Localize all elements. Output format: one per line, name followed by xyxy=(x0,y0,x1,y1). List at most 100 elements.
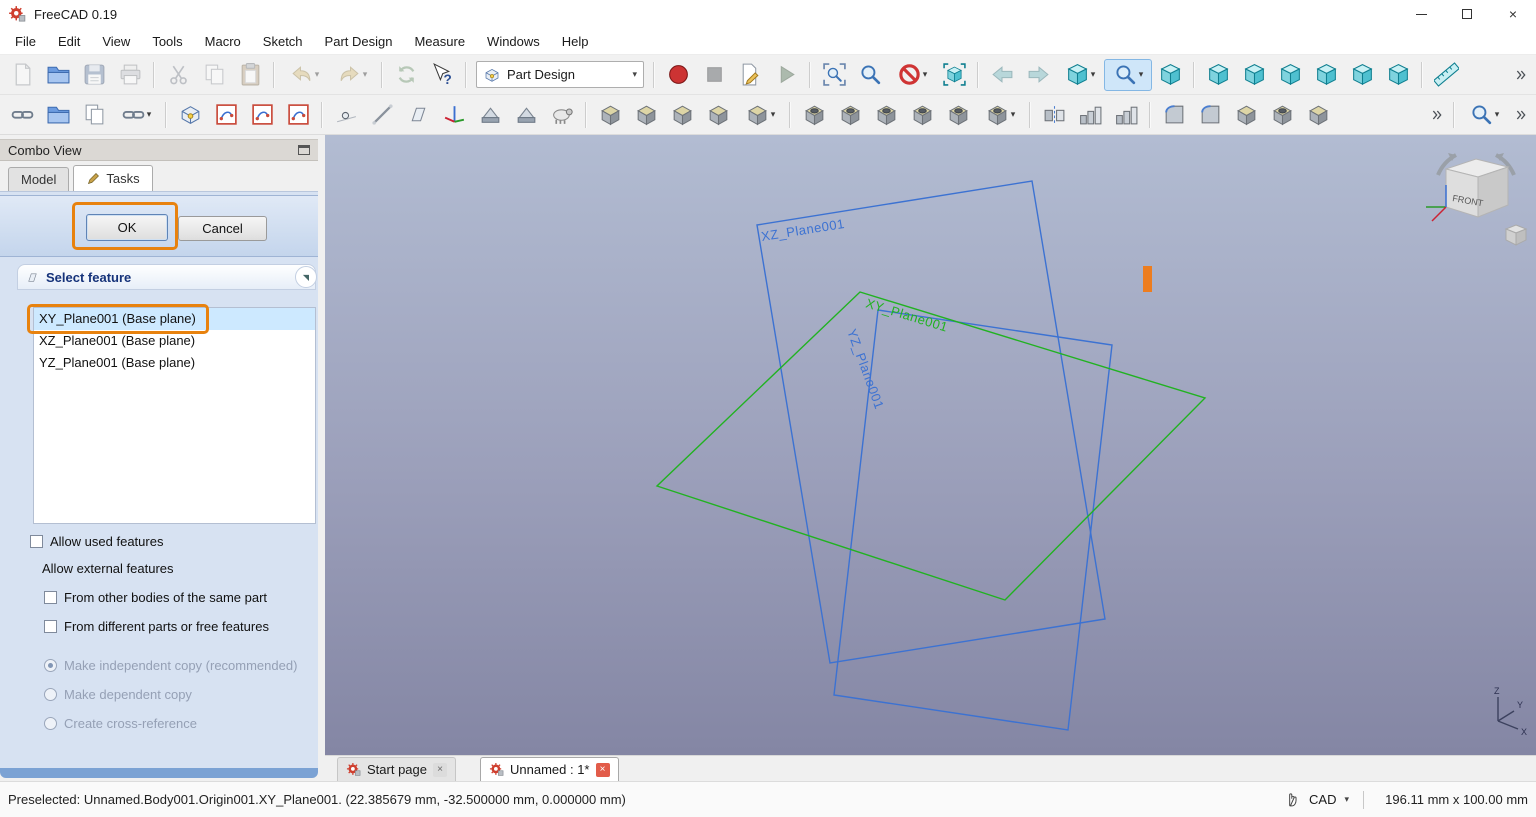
feature-item[interactable]: YZ_Plane001 (Base plane) xyxy=(34,352,315,374)
close-tab-icon[interactable]: × xyxy=(433,762,447,777)
subtractive-loft-button[interactable] xyxy=(904,99,940,131)
view-left-button[interactable] xyxy=(1380,59,1416,91)
cube-front-face[interactable] xyxy=(1445,168,1479,218)
local-coordinate-system-button[interactable] xyxy=(436,99,472,131)
map-sketch-to-face-button[interactable] xyxy=(280,99,316,131)
tab-model[interactable]: Model xyxy=(8,167,70,191)
clone-button[interactable] xyxy=(544,99,580,131)
undo-button[interactable]: ▾ xyxy=(280,59,328,91)
texture-view-button[interactable] xyxy=(936,59,972,91)
linear-pattern-button[interactable] xyxy=(1072,99,1108,131)
document-tab-start-page[interactable]: Start page × xyxy=(337,757,456,781)
view-front-button[interactable] xyxy=(1200,59,1236,91)
minimize-button[interactable] xyxy=(1398,0,1444,28)
float-panel-icon[interactable] xyxy=(298,145,310,155)
toolbar-overflow-row2[interactable] xyxy=(1424,99,1448,131)
datum-plane-button[interactable] xyxy=(400,99,436,131)
allow-used-features-checkbox[interactable]: Allow used features xyxy=(30,534,163,549)
create-body-button[interactable] xyxy=(172,99,208,131)
radio-make-independent-copy[interactable]: Make independent copy (recommended) xyxy=(44,651,297,680)
close-button[interactable]: × xyxy=(1490,0,1536,28)
navigation-cube[interactable]: FRONT xyxy=(1420,141,1532,253)
menu-help[interactable]: Help xyxy=(551,30,600,53)
from-different-parts-checkbox[interactable]: From different parts or free features xyxy=(44,619,269,634)
groove-button[interactable] xyxy=(868,99,904,131)
datum-point-button[interactable] xyxy=(328,99,364,131)
make-link-group-button[interactable] xyxy=(40,99,76,131)
collapse-section-button[interactable]: ◥ xyxy=(295,266,317,288)
menu-view[interactable]: View xyxy=(91,30,141,53)
copy-button[interactable] xyxy=(196,59,232,91)
viewport[interactable]: XZ_Plane001 XY_Plane001 YZ_Plane001 FRON… xyxy=(325,135,1536,755)
macro-stop-button[interactable] xyxy=(696,59,732,91)
tab-tasks[interactable]: Tasks xyxy=(73,165,153,191)
nav-back-button[interactable] xyxy=(984,59,1020,91)
cancel-button[interactable]: Cancel xyxy=(178,216,267,241)
file-new-button[interactable] xyxy=(4,59,40,91)
macro-record-button[interactable] xyxy=(660,59,696,91)
additive-helix-button[interactable]: ▾ xyxy=(736,99,784,131)
subtractive-helix-button[interactable]: ▾ xyxy=(976,99,1024,131)
paste-button[interactable] xyxy=(232,59,268,91)
menu-macro[interactable]: Macro xyxy=(194,30,252,53)
create-sketch-button[interactable] xyxy=(208,99,244,131)
thickness-button[interactable] xyxy=(1264,99,1300,131)
shape-binder-button[interactable] xyxy=(472,99,508,131)
measure-distance-button[interactable] xyxy=(1428,59,1464,91)
draft-button[interactable] xyxy=(1228,99,1264,131)
cut-button[interactable] xyxy=(160,59,196,91)
xy-plane[interactable] xyxy=(655,291,1207,601)
nav-forward-button[interactable] xyxy=(1020,59,1056,91)
navigation-style-selector[interactable]: CAD xyxy=(1309,792,1336,807)
pad-button[interactable] xyxy=(592,99,628,131)
clipping-plane-button[interactable]: ▾ xyxy=(888,59,936,91)
view-right-button[interactable] xyxy=(1272,59,1308,91)
draw-style-button[interactable]: ▾ xyxy=(1104,58,1152,91)
menu-tools[interactable]: Tools xyxy=(141,30,193,53)
from-other-bodies-checkbox[interactable]: From other bodies of the same part xyxy=(44,590,267,605)
macro-edit-button[interactable] xyxy=(732,59,768,91)
additive-pipe-button[interactable] xyxy=(700,99,736,131)
menu-windows[interactable]: Windows xyxy=(476,30,551,53)
toolbar-overflow-row1[interactable] xyxy=(1508,59,1532,91)
ok-button[interactable]: OK xyxy=(86,214,168,241)
xz-plane[interactable] xyxy=(756,180,1106,664)
revolve-button[interactable] xyxy=(628,99,664,131)
maximize-button[interactable] xyxy=(1444,0,1490,28)
polar-pattern-button[interactable] xyxy=(1108,99,1144,131)
radio-create-cross-reference[interactable]: Create cross-reference xyxy=(44,709,297,738)
menu-edit[interactable]: Edit xyxy=(47,30,91,53)
zoom-fit-all-button[interactable] xyxy=(816,59,852,91)
pocket-button[interactable] xyxy=(796,99,832,131)
additive-loft-button[interactable] xyxy=(664,99,700,131)
menu-sketch[interactable]: Sketch xyxy=(252,30,314,53)
file-open-button[interactable] xyxy=(40,59,76,91)
make-link-button[interactable] xyxy=(4,99,40,131)
menu-file[interactable]: File xyxy=(4,30,47,53)
mirrored-button[interactable] xyxy=(1036,99,1072,131)
view-rear-button[interactable] xyxy=(1308,59,1344,91)
view-home-button[interactable] xyxy=(1152,59,1188,91)
redo-button[interactable]: ▾ xyxy=(328,59,376,91)
hole-button[interactable] xyxy=(832,99,868,131)
feature-item[interactable]: XZ_Plane001 (Base plane) xyxy=(34,330,315,352)
fillet-button[interactable] xyxy=(1156,99,1192,131)
replace-link-button[interactable] xyxy=(76,99,112,131)
view-axonometric-button[interactable]: ▾ xyxy=(1056,59,1104,91)
toolbar-overflow-row2b[interactable] xyxy=(1508,99,1532,131)
refresh-button[interactable] xyxy=(388,59,424,91)
view-bottom-button[interactable] xyxy=(1344,59,1380,91)
file-save-button[interactable] xyxy=(76,59,112,91)
macro-execute-button[interactable] xyxy=(768,59,804,91)
selection-view-button[interactable]: ▾ xyxy=(1460,99,1508,131)
sub-shape-binder-button[interactable] xyxy=(508,99,544,131)
document-tab-unnamed-1[interactable]: Unnamed : 1* × xyxy=(480,757,619,781)
nav-mini-cube[interactable] xyxy=(1504,224,1528,246)
boolean-operation-button[interactable] xyxy=(1300,99,1336,131)
unlink-button[interactable]: ▾ xyxy=(112,99,160,131)
print-button[interactable] xyxy=(112,59,148,91)
radio-make-dependent-copy[interactable]: Make dependent copy xyxy=(44,680,297,709)
zoom-box-button[interactable] xyxy=(852,59,888,91)
workbench-selector[interactable]: Part Design ▾ xyxy=(476,61,644,88)
menu-measure[interactable]: Measure xyxy=(403,30,476,53)
